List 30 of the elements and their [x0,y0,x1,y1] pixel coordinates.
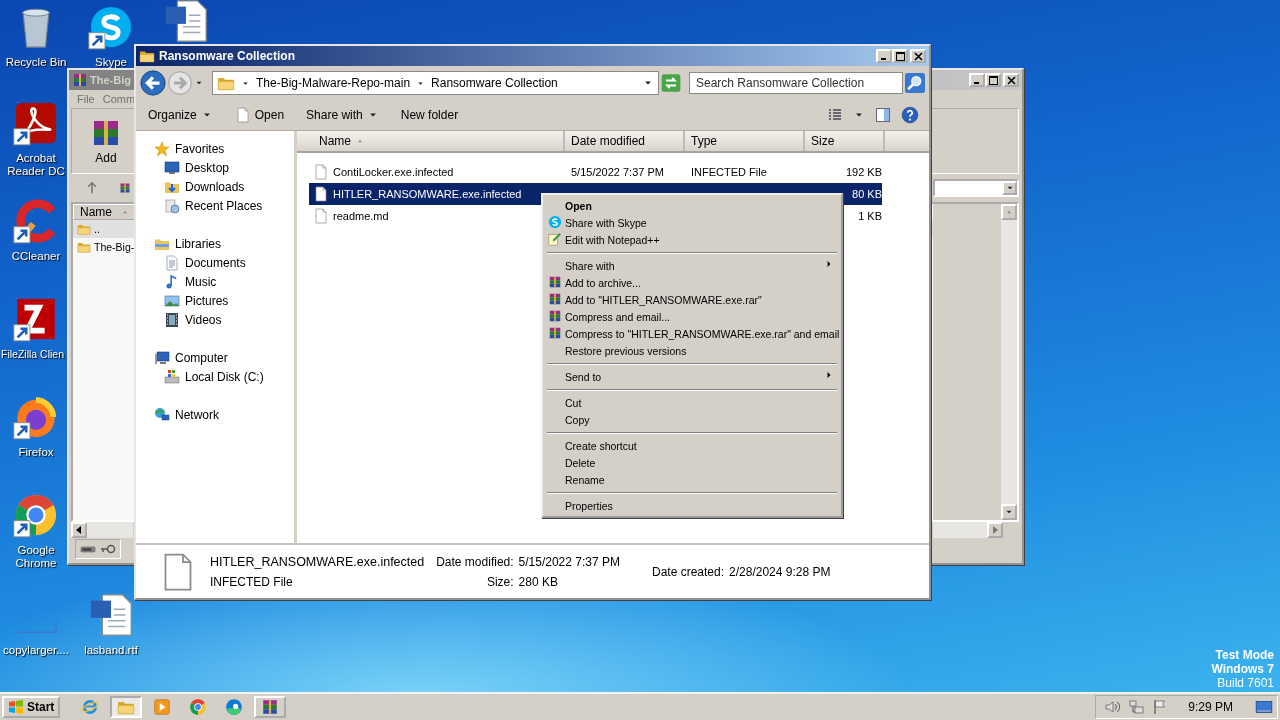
file-name: HITLER_RANSOMWARE.exe.infected [333,188,522,200]
details-file-type: INFECTED File [210,574,294,589]
file-size: 192 KB [845,166,882,178]
file-name: readme.md [333,210,389,222]
details-label: Size: [485,574,514,589]
file-type: INFECTED File [691,166,767,178]
file-size: 1 KB [858,210,882,222]
window-title: Ransomware Collection [159,49,296,63]
file-name: ContiLocker.exe.infected [333,166,454,178]
details-label: Date modified: [436,554,514,569]
details-value: 2/28/2024 9:28 PM [729,564,831,579]
desktop-icon-label: Acrobat Reader DC [6,152,66,178]
desktop-icon-label: Recycle Bin [5,56,67,69]
desktop-icon-label: FileZilla Clien [1,348,64,361]
date-modified: 5/15/2022 7:37 PM [571,166,664,178]
desktop-notice-text: Build 7601 [1217,676,1274,690]
desktop-icon-label: copylarger.... [3,644,69,657]
desktop-notice-text: Test Mode [1215,648,1274,662]
details-file-name: HITLER_RANSOMWARE.exe.infected [210,554,425,569]
desktop-icon-label: Google Chrome [14,544,58,570]
file-size: 80 KB [852,188,882,200]
desktop-icon-label: lasband.rtf [84,644,138,657]
details-label: Date created: [652,564,725,579]
window-title: The-Big [90,74,131,86]
desktop-icon-label: CCleaner [11,250,61,263]
desktop-notice-text: Windows 7 [1211,662,1274,676]
details-value: 280 KB [518,574,559,589]
desktop-icon-label: Skype [95,56,127,69]
desktop-icon-label: Firefox [18,446,54,459]
details-value: 5/15/2022 7:37 PM [518,554,620,569]
